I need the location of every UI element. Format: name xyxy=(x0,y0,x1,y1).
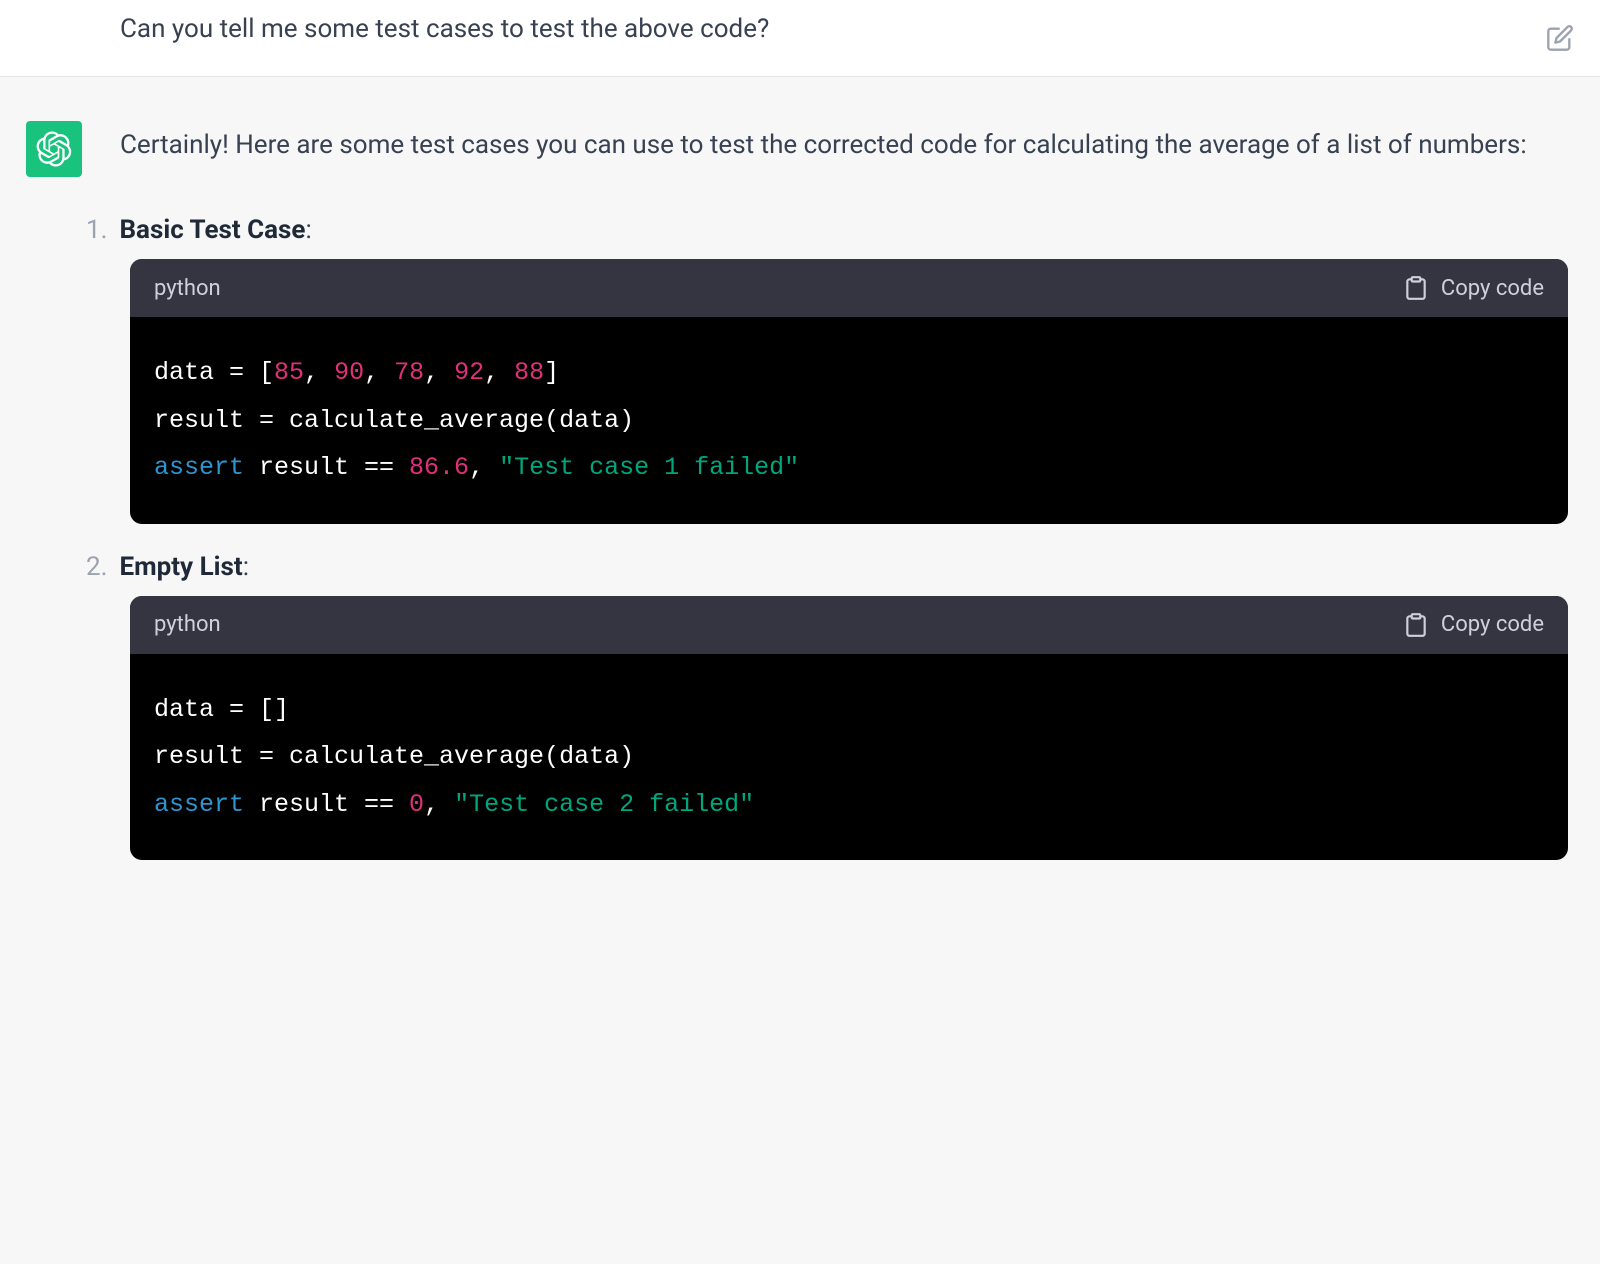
copy-code-button[interactable]: Copy code xyxy=(1403,275,1544,301)
list-heading: 1. Basic Test Case: xyxy=(86,215,1568,245)
list-title: Basic Test Case xyxy=(119,215,305,245)
copy-code-label: Copy code xyxy=(1441,612,1544,637)
list-item: 1.Basic Test Case: python Copy code data… xyxy=(120,215,1568,524)
list-heading: 2. Empty List: xyxy=(86,552,1568,582)
code-content: data = [] result = calculate_average(dat… xyxy=(130,654,1568,861)
code-lang-label: python xyxy=(154,612,221,637)
list-colon: : xyxy=(243,552,249,582)
code-header: python Copy code xyxy=(130,259,1568,317)
clipboard-icon xyxy=(1403,612,1429,638)
code-lang-label: python xyxy=(154,276,221,301)
code-block: python Copy code data = [] result = calc… xyxy=(130,596,1568,861)
user-message: Can you tell me some test cases to test … xyxy=(0,0,1600,77)
list-item: 2.Empty List: python Copy code data = []… xyxy=(120,552,1568,861)
edit-icon[interactable] xyxy=(1546,24,1574,52)
assistant-content: Certainly! Here are some test cases you … xyxy=(120,123,1568,860)
list-number: 1. xyxy=(86,215,107,245)
list-number: 2. xyxy=(86,552,107,582)
copy-code-button[interactable]: Copy code xyxy=(1403,612,1544,638)
clipboard-icon xyxy=(1403,275,1429,301)
code-block: python Copy code data = [85, 90, 78, 92,… xyxy=(130,259,1568,524)
openai-logo-icon xyxy=(36,131,72,167)
list-title: Empty List xyxy=(119,552,242,582)
code-header: python Copy code xyxy=(130,596,1568,654)
copy-code-label: Copy code xyxy=(1441,276,1544,301)
assistant-intro-text: Certainly! Here are some test cases you … xyxy=(120,123,1568,167)
assistant-message: Certainly! Here are some test cases you … xyxy=(0,77,1600,918)
list-colon: : xyxy=(305,215,311,245)
assistant-avatar xyxy=(26,121,82,177)
code-content: data = [85, 90, 78, 92, 88] result = cal… xyxy=(130,317,1568,524)
user-question-text: Can you tell me some test cases to test … xyxy=(120,14,769,44)
